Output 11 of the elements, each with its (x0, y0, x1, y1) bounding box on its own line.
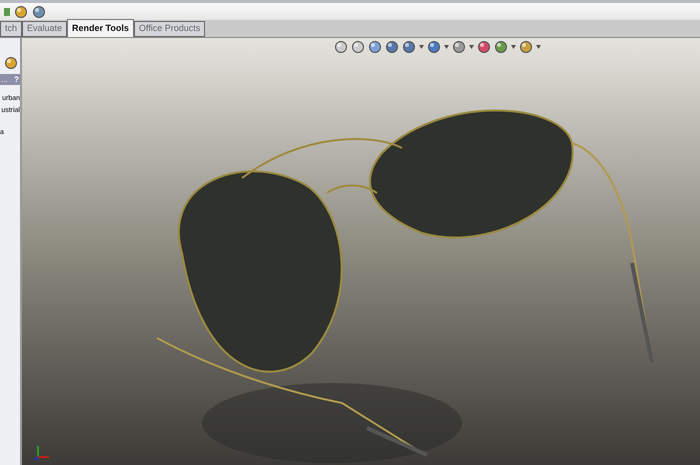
caret-icon[interactable] (419, 45, 424, 49)
panel-title: ... (1, 74, 8, 85)
caret-icon[interactable] (444, 45, 449, 49)
caret-icon[interactable] (536, 45, 541, 49)
axis-triad-icon (34, 443, 52, 461)
ribbon-tab[interactable]: tch (0, 21, 22, 37)
ribbon-tab[interactable]: Evaluate (22, 21, 68, 37)
ribbon-tab[interactable]: Office Products (134, 21, 206, 37)
ribbon-tab[interactable]: Render Tools (67, 19, 134, 37)
caret-icon[interactable] (511, 45, 516, 49)
caret-icon[interactable] (469, 45, 474, 49)
